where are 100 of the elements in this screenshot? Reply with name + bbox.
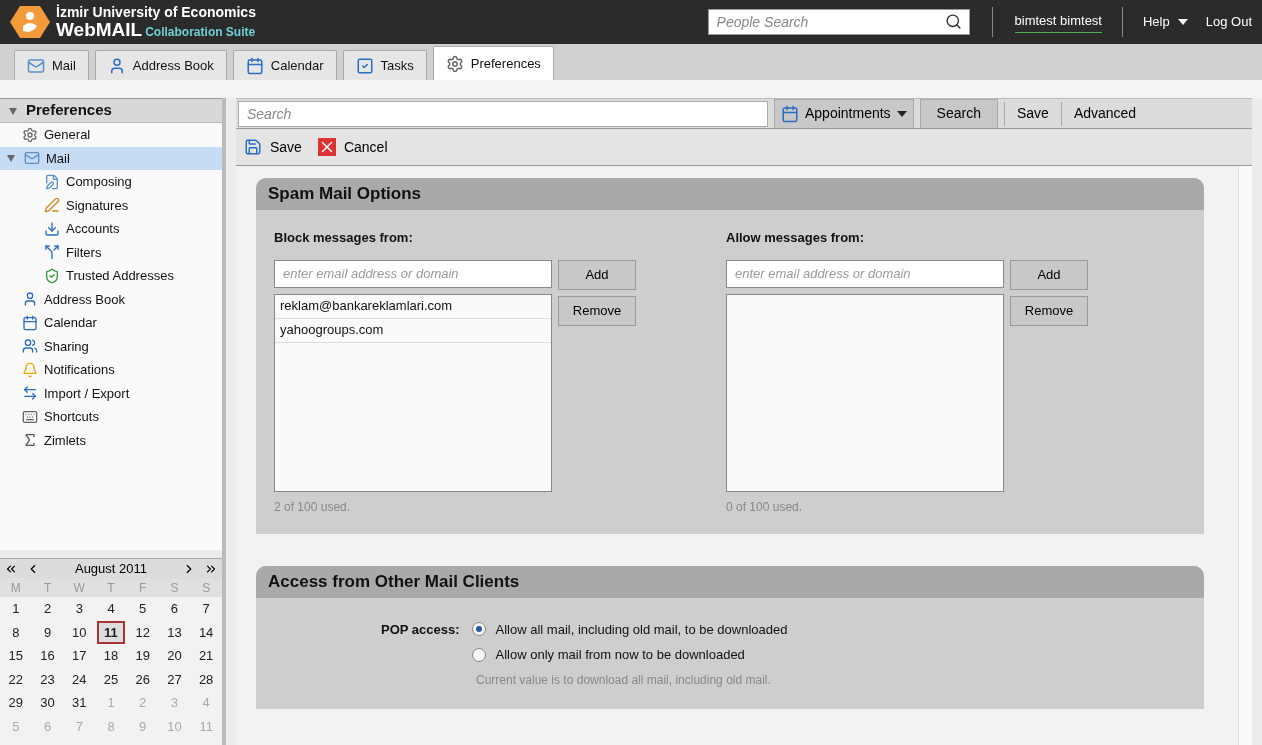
calendar-day[interactable]: 29 — [2, 693, 30, 713]
address-input-field[interactable]: enter email address or domain — [726, 259, 1004, 288]
people-search-field[interactable]: People Search — [707, 9, 970, 35]
list-entry[interactable]: yahoogroups.com — [275, 318, 551, 343]
user-name-link[interactable]: bimtest bimtest — [1014, 10, 1102, 34]
envelope-icon — [24, 150, 40, 167]
calendar-day[interactable]: 21 — [192, 646, 220, 666]
previous-year-icon[interactable] — [4, 562, 18, 576]
calendar-day[interactable]: 9 — [33, 622, 62, 642]
weekday-label: T — [42, 580, 53, 597]
scrollbar[interactable] — [1238, 166, 1252, 745]
calendar-day[interactable]: 3 — [65, 599, 94, 619]
calendar-day[interactable]: 25 — [97, 669, 125, 689]
sidebar-item[interactable]: Address Book — [0, 287, 222, 311]
calendar-day[interactable]: 22 — [2, 669, 30, 689]
log-out-link[interactable]: Log Out — [1205, 12, 1252, 32]
calendar-day[interactable]: 27 — [160, 669, 189, 689]
save-button[interactable]: Save — [244, 136, 302, 158]
remove-button[interactable]: Remove — [1010, 295, 1088, 326]
help-menu[interactable]: Help — [1143, 12, 1188, 32]
calendar-day[interactable]: 7 — [192, 599, 220, 619]
address-input-field[interactable]: enter email address or domain — [274, 259, 552, 288]
sidebar-item[interactable]: Notifications — [0, 358, 222, 382]
radio-option[interactable]: Allow all mail, including old mail, to be downloaded — [471, 619, 788, 639]
app-tab[interactable]: Mail — [14, 50, 89, 80]
app-tab[interactable]: Address Book — [94, 50, 227, 80]
search-type-dropdown[interactable]: Appointments — [774, 98, 914, 129]
calendar-day[interactable]: 28 — [192, 669, 220, 689]
shield-check-icon — [44, 267, 60, 284]
close-icon — [317, 138, 336, 156]
app-tab[interactable]: Tasks — [342, 50, 427, 80]
expanded-triangle-icon[interactable] — [6, 153, 18, 164]
document-pen-icon — [44, 173, 60, 190]
app-tab[interactable]: Preferences — [432, 46, 554, 80]
people-icon — [22, 338, 38, 355]
calendar-day[interactable]: 10 — [65, 622, 94, 642]
advanced-search-button[interactable]: Advanced — [1067, 103, 1143, 124]
calendar-day[interactable]: 11 — [97, 620, 125, 644]
calendar-day[interactable]: 24 — [65, 669, 94, 689]
calendar-day[interactable]: 1 — [2, 599, 30, 619]
weekday-label: T — [106, 580, 116, 597]
calendar-day[interactable]: 4 — [97, 599, 125, 619]
product-subtitle: Collaboration Suite — [145, 23, 256, 41]
add-button[interactable]: Add — [558, 259, 636, 290]
app-tab[interactable]: Calendar — [232, 50, 337, 80]
radio-option[interactable]: Allow only mail from now to be downloaded — [471, 645, 788, 665]
calendar-day[interactable]: 13 — [160, 622, 189, 642]
weekday-label: S — [201, 580, 212, 597]
calendar-day[interactable]: 6 — [160, 599, 189, 619]
weekday-label: M — [9, 580, 22, 597]
radio-button[interactable] — [471, 647, 486, 662]
list-entry[interactable]: reklam@bankareklamlari.com — [275, 294, 551, 319]
cancel-button[interactable]: Cancel — [317, 136, 388, 158]
calendar-day[interactable]: 15 — [2, 646, 30, 666]
calendar-day[interactable]: 5 — [128, 599, 157, 619]
sidebar-item[interactable]: General — [0, 123, 222, 147]
usage-text: 2 of 100 used. — [274, 498, 352, 516]
sigma-icon — [22, 432, 38, 449]
sidebar-item[interactable]: Calendar — [0, 311, 222, 335]
sidebar-item[interactable]: Signatures — [0, 193, 222, 217]
list-label: Allow messages from: — [726, 229, 865, 247]
remove-button[interactable]: Remove — [558, 295, 636, 326]
caret-icon — [896, 110, 907, 117]
sidebar-item[interactable]: Mail — [0, 146, 222, 170]
calendar-day[interactable]: 26 — [128, 669, 157, 689]
sidebar-item[interactable]: Sharing — [0, 334, 222, 358]
calendar-day[interactable]: 20 — [160, 646, 189, 666]
calendar-day[interactable]: 2 — [33, 599, 62, 619]
sidebar-item[interactable]: Shortcuts — [0, 405, 222, 429]
calendar-day[interactable]: 8 — [2, 622, 30, 642]
calendar-icon — [781, 104, 799, 123]
calendar-day[interactable]: 16 — [33, 646, 62, 666]
calendar-icon — [22, 314, 38, 331]
calendar-day[interactable]: 30 — [33, 693, 62, 713]
radio-button[interactable] — [471, 622, 486, 637]
weekday-label: F — [138, 580, 148, 597]
sidebar-item[interactable]: Zimlets — [0, 428, 222, 452]
section-title: Access from Other Mail Clients — [256, 565, 1204, 598]
next-year-icon[interactable] — [204, 562, 218, 576]
person-icon — [22, 291, 38, 308]
search-icon — [944, 13, 962, 30]
calendar-day[interactable]: 31 — [65, 693, 94, 713]
calendar-day[interactable]: 19 — [128, 646, 157, 666]
sidebar-item[interactable]: Composing — [0, 170, 222, 194]
search-field[interactable]: Search — [238, 100, 768, 127]
sidebar-item[interactable]: Import / Export — [0, 381, 222, 405]
search-button[interactable]: Search — [919, 98, 998, 129]
sidebar-item[interactable]: Trusted Addresses — [0, 264, 222, 288]
calendar-day[interactable]: 12 — [128, 622, 157, 642]
calendar-day[interactable]: 14 — [192, 622, 220, 642]
save-search-button[interactable]: Save — [1010, 103, 1055, 124]
sidebar-item[interactable]: Filters — [0, 240, 222, 264]
usage-text: 0 of 100 used. — [726, 498, 804, 516]
add-button[interactable]: Add — [1010, 259, 1088, 290]
calendar-day[interactable]: 23 — [33, 669, 62, 689]
sidebar-item[interactable]: Accounts — [0, 217, 222, 241]
calendar-day[interactable]: 18 — [97, 646, 125, 666]
weekday-label: W — [72, 580, 86, 597]
calendar-day[interactable]: 17 — [65, 646, 94, 666]
sidebar-header[interactable]: Preferences — [0, 99, 222, 123]
